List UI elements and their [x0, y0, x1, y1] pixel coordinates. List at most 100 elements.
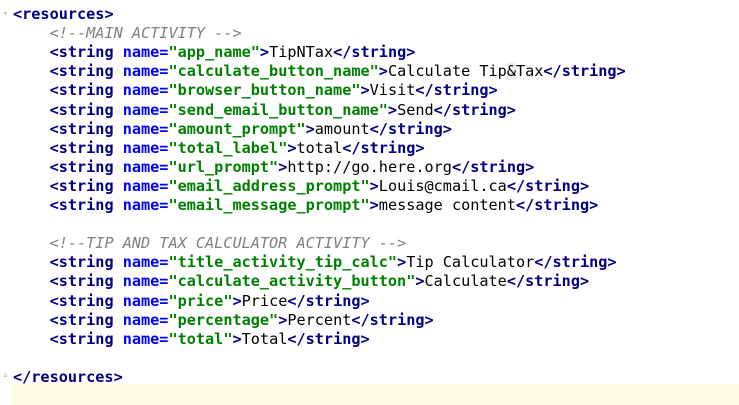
- string-tag-close: </string>: [433, 100, 516, 119]
- name-attribute: name=: [113, 157, 169, 176]
- code-line[interactable]: <string name="price">Price</string>: [13, 292, 370, 311]
- code-line[interactable]: <string name="title_activity_tip_calc">T…: [13, 253, 617, 272]
- name-attribute-value: "send_email_button_name": [168, 100, 388, 119]
- name-attribute-value: "email_address_prompt": [168, 176, 370, 195]
- string-value: Tax: [515, 62, 544, 81]
- string-tag-open: <string: [49, 329, 114, 348]
- entity-highlight: &: [506, 62, 516, 81]
- string-value: message content: [378, 196, 516, 214]
- string-tag-open: <string: [49, 196, 114, 214]
- string-value: Calculate Tip: [387, 62, 507, 81]
- tag-bracket: >: [232, 291, 242, 310]
- string-tag-open: <string: [49, 119, 114, 138]
- tag-bracket: >: [387, 100, 398, 119]
- string-tag-open: <string: [49, 157, 114, 176]
- fold-collapse-icon[interactable]: ▿: [1, 10, 10, 19]
- string-value: Percent: [287, 310, 352, 329]
- tag-bracket: >: [369, 176, 379, 195]
- string-tag-close: </string>: [333, 43, 416, 62]
- code-line[interactable]: <!--MAIN ACTIVITY -->: [13, 24, 242, 43]
- string-tag-close: </string>: [342, 138, 425, 157]
- string-tag-close: </string>: [506, 272, 590, 291]
- tag-bracket: >: [397, 253, 407, 272]
- string-tag-close: </string>: [287, 329, 370, 348]
- string-tag-open: <string: [49, 310, 114, 329]
- name-attribute-value: "price": [168, 291, 233, 310]
- string-value: total: [296, 138, 343, 157]
- name-attribute: name=: [113, 43, 169, 62]
- code-line[interactable]: <string name="amount_prompt">amount</str…: [13, 120, 452, 139]
- name-attribute-value: "calculate_button_name": [168, 62, 379, 81]
- name-attribute-value: "calculate_activity_button": [168, 272, 416, 291]
- code-line[interactable]: <string name="app_name">TipNTax</string>: [13, 43, 416, 62]
- xml-comment: <!--MAIN ACTIVITY -->: [49, 24, 242, 43]
- code-line[interactable]: <string name="url_prompt">http://go.here…: [13, 157, 535, 177]
- code-line[interactable]: <string name="email_message_prompt">mess…: [13, 196, 599, 215]
- code-line[interactable]: </resources>: [13, 368, 123, 387]
- name-attribute: name=: [113, 291, 169, 310]
- code-editor[interactable]: ▿ ▵ <resources> <!--MAIN ACTIVITY --> <s…: [0, 0, 739, 405]
- string-value: TipNTax: [269, 43, 334, 62]
- string-value: Total: [241, 329, 288, 348]
- name-attribute: name=: [113, 100, 169, 119]
- name-attribute: name=: [113, 329, 169, 348]
- string-tag-close: </string>: [451, 157, 535, 176]
- string-tag-close: </string>: [534, 253, 617, 272]
- name-attribute: name=: [113, 253, 169, 272]
- tag-bracket: >: [278, 310, 288, 329]
- tag-bracket: >: [360, 81, 370, 100]
- string-value: Send: [397, 100, 434, 119]
- string-tag-close: </string>: [351, 310, 434, 329]
- tag-bracket: >: [305, 119, 315, 138]
- tag-bracket: >: [415, 272, 425, 291]
- name-attribute-value: "title_activity_tip_calc": [168, 253, 398, 272]
- string-value: Price: [241, 291, 288, 310]
- code-line[interactable]: <string name="email_address_prompt">Loui…: [13, 176, 590, 196]
- tag-bracket: >: [369, 196, 379, 214]
- string-tag-close: </string>: [515, 196, 599, 214]
- name-attribute: name=: [113, 176, 169, 195]
- string-value: Visit: [369, 81, 416, 100]
- name-attribute-value: "app_name": [168, 43, 260, 62]
- name-attribute: name=: [113, 119, 169, 138]
- string-tag-open: <string: [49, 81, 114, 100]
- tag-bracket: >: [287, 138, 297, 157]
- name-attribute: name=: [113, 138, 169, 157]
- code-line[interactable]: <string name="percentage">Percent</strin…: [13, 311, 434, 330]
- code-line[interactable]: <string name="calculate_button_name">Cal…: [13, 62, 626, 81]
- name-attribute-value: "total_label": [168, 138, 288, 157]
- code-line[interactable]: <resources>: [13, 5, 114, 24]
- editor-gutter: ▿ ▵: [0, 0, 12, 405]
- string-tag-open: <string: [49, 138, 114, 157]
- string-value: http://go.here.org: [287, 157, 452, 176]
- string-tag-close: </string>: [369, 119, 452, 138]
- name-attribute: name=: [113, 62, 169, 81]
- code-line[interactable]: <!--TIP AND TAX CALCULATOR ACTIVITY -->: [13, 234, 407, 253]
- name-attribute-value: "amount_prompt": [168, 119, 306, 138]
- name-attribute-value: "url_prompt": [168, 157, 279, 176]
- tag-bracket: >: [113, 367, 123, 386]
- string-value: Calculate: [424, 272, 507, 291]
- code-line[interactable]: <string name="total">Total</string>: [13, 330, 370, 349]
- fold-end-icon[interactable]: ▵: [1, 371, 10, 380]
- code-line[interactable]: <string name="total_label">total</string…: [13, 139, 425, 158]
- name-attribute-value: "browser_button_name": [168, 81, 361, 100]
- code-line[interactable]: <string name="calculate_activity_button"…: [13, 272, 590, 291]
- string-tag-open: <string: [49, 291, 114, 310]
- code-line[interactable]: <string name="send_email_button_name">Se…: [13, 101, 516, 120]
- string-tag-close: </string>: [543, 62, 626, 81]
- string-tag-open: <string: [49, 62, 114, 81]
- code-line[interactable]: <string name="browser_button_name">Visit…: [13, 81, 498, 100]
